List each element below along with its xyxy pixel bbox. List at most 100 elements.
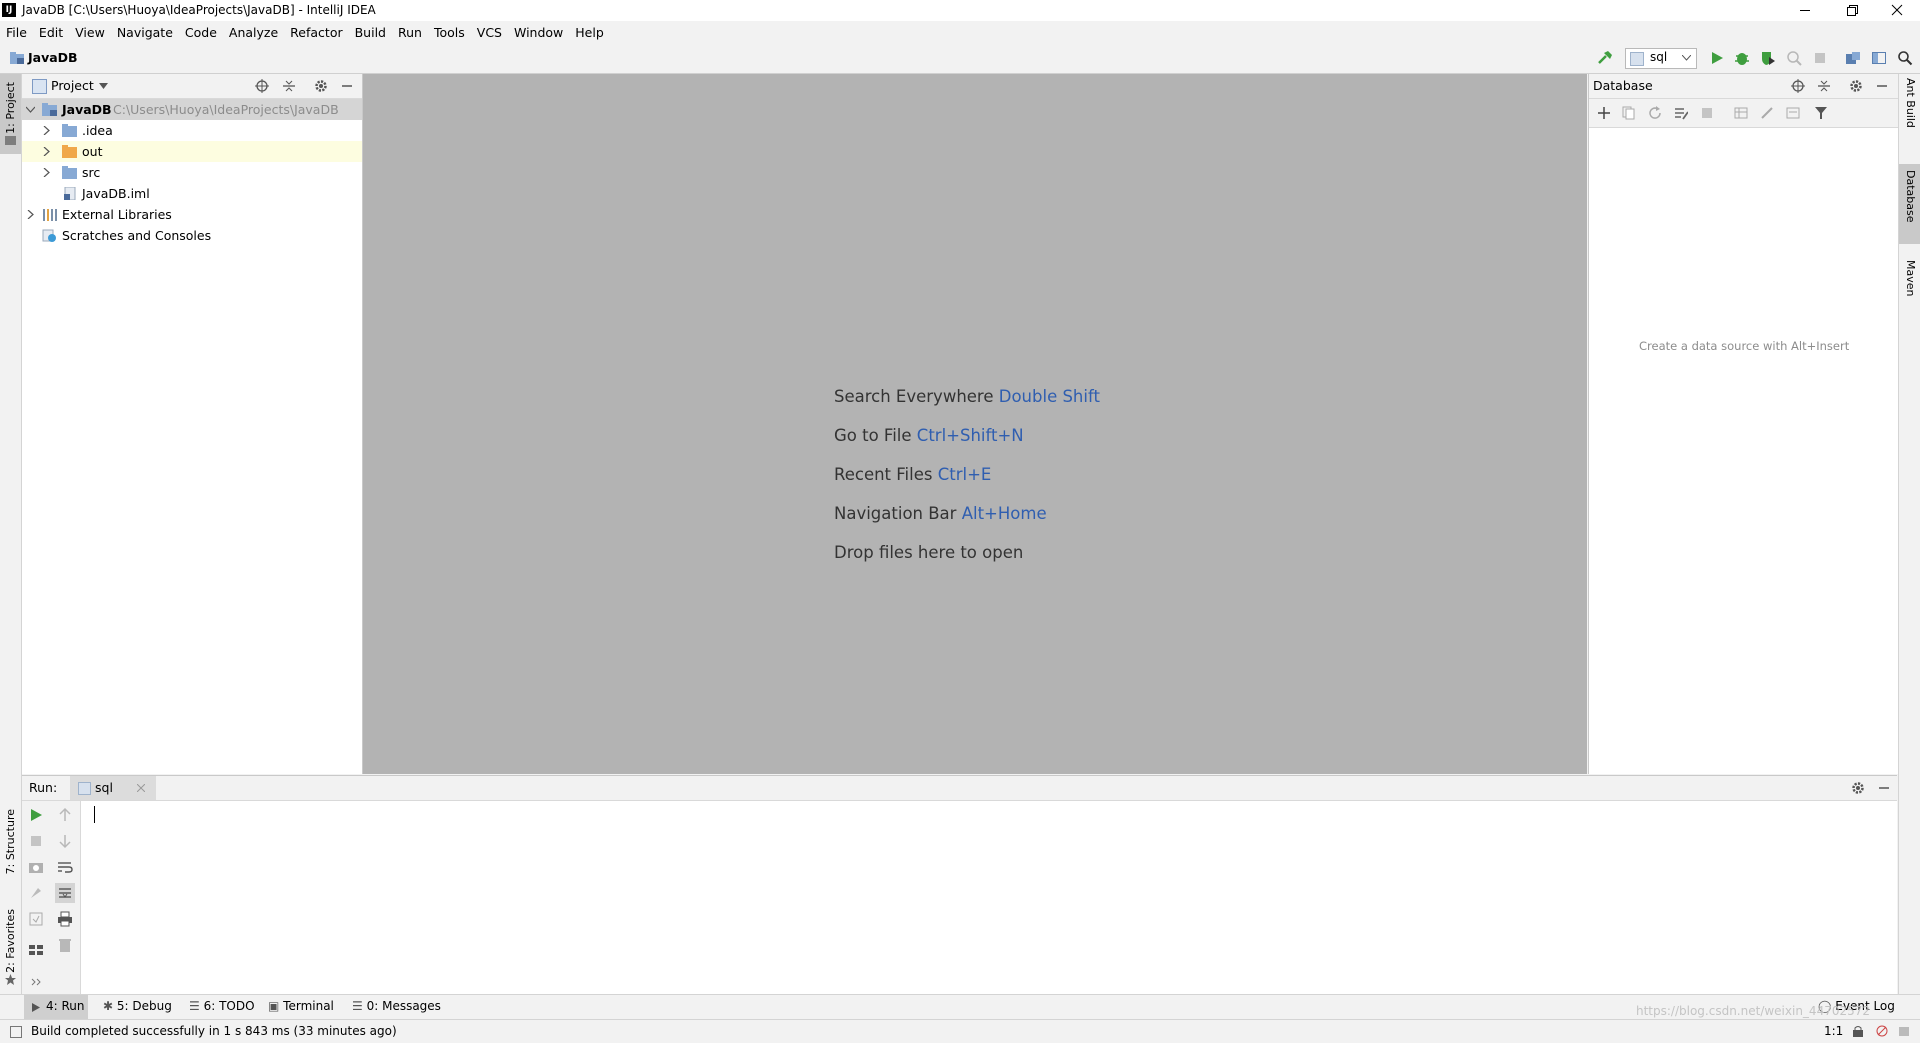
more-actions-icon[interactable] xyxy=(28,973,44,989)
console-icon[interactable] xyxy=(1786,106,1800,120)
run-config-selector[interactable]: sql xyxy=(1625,48,1697,69)
structure-stripe-tab[interactable]: 7: Structure xyxy=(0,804,21,894)
search-icon[interactable] xyxy=(1897,50,1913,66)
toggle-tool-windows-icon[interactable] xyxy=(10,1026,22,1038)
menu-navigate[interactable]: Navigate xyxy=(111,21,179,44)
ant-build-stripe-tab[interactable]: Ant Build xyxy=(1899,78,1920,150)
chevron-right-icon[interactable] xyxy=(42,126,50,135)
restore-button[interactable] xyxy=(1828,0,1874,21)
chevron-right-icon[interactable] xyxy=(42,147,50,156)
project-view-selector[interactable]: Project xyxy=(51,78,94,93)
rerun-icon[interactable] xyxy=(28,807,44,823)
profile-icon[interactable] xyxy=(1786,50,1802,66)
hide-panel-icon[interactable] xyxy=(1877,781,1891,795)
menu-vcs[interactable]: VCS xyxy=(471,21,508,44)
tree-item-out[interactable]: out xyxy=(22,141,362,162)
menu-window[interactable]: Window xyxy=(508,21,569,44)
gear-icon[interactable] xyxy=(1851,781,1865,795)
chevron-right-icon[interactable] xyxy=(26,210,34,219)
structure-stripe-label: 7: Structure xyxy=(4,809,17,875)
locate-icon[interactable] xyxy=(1791,79,1805,93)
hide-panel-icon[interactable] xyxy=(340,79,354,93)
chevron-right-icon[interactable] xyxy=(42,168,50,177)
caret-position[interactable]: 1:1 xyxy=(1824,1024,1843,1038)
tool-debug-button[interactable]: ✱ 5: Debug xyxy=(103,999,172,1013)
tool-window-bar: 4: Run ✱ 5: Debug ☰ 6: TODO ▣ Terminal ☰… xyxy=(0,994,1920,1019)
tool-terminal-button[interactable]: ▣ Terminal xyxy=(268,999,334,1013)
project-panel-header: Project xyxy=(22,74,362,99)
stop-icon[interactable] xyxy=(1700,106,1714,120)
dump-threads-icon[interactable] xyxy=(28,942,44,958)
run-with-coverage-icon[interactable] xyxy=(1760,50,1776,66)
layout-settings-icon[interactable] xyxy=(28,885,44,901)
scroll-to-end-icon[interactable] xyxy=(55,883,75,903)
menu-refactor[interactable]: Refactor xyxy=(284,21,348,44)
menu-tools[interactable]: Tools xyxy=(428,21,471,44)
run-icon[interactable] xyxy=(1709,50,1725,66)
chevron-down-icon[interactable] xyxy=(26,105,35,114)
menu-help[interactable]: Help xyxy=(569,21,610,44)
breadcrumb-project[interactable]: JavaDB xyxy=(28,50,78,65)
project-structure-icon[interactable] xyxy=(1845,50,1861,66)
tool-messages-button[interactable]: ☰ 0: Messages xyxy=(352,999,441,1013)
arrow-down-icon[interactable] xyxy=(57,833,73,849)
restore-layout-icon[interactable] xyxy=(28,911,44,927)
soft-wrap-icon[interactable] xyxy=(57,859,73,875)
menu-edit[interactable]: Edit xyxy=(33,21,69,44)
tree-item-idea[interactable]: .idea xyxy=(22,120,362,141)
copy-icon[interactable] xyxy=(1622,106,1636,120)
tool-run-button[interactable]: 4: Run xyxy=(24,995,88,1019)
editor-empty-area[interactable]: Search Everywhere Double Shift Go to Fil… xyxy=(363,74,1587,774)
close-window-button[interactable] xyxy=(1874,0,1920,21)
database-stripe-tab[interactable]: Database xyxy=(1899,164,1920,244)
menu-view[interactable]: View xyxy=(69,21,111,44)
properties-icon[interactable] xyxy=(1674,106,1688,120)
tree-item-scratches[interactable]: Scratches and Consoles xyxy=(22,225,362,246)
collapse-all-icon[interactable] xyxy=(282,79,296,93)
maven-stripe-tab[interactable]: Maven xyxy=(1899,254,1920,326)
minimize-button[interactable] xyxy=(1782,0,1828,21)
status-message[interactable]: Build completed successfully in 1 s 843 … xyxy=(31,1024,397,1038)
add-datasource-icon[interactable] xyxy=(1597,106,1611,120)
hide-panel-icon[interactable] xyxy=(1875,79,1889,93)
chevron-down-icon[interactable] xyxy=(99,83,108,89)
build-hammer-icon[interactable] xyxy=(1597,50,1613,66)
layout-icon[interactable] xyxy=(1871,50,1887,66)
menu-run[interactable]: Run xyxy=(392,21,428,44)
tool-messages-label: 0: Messages xyxy=(366,999,441,1013)
tree-item-external-libraries[interactable]: External Libraries xyxy=(22,204,362,225)
locate-file-icon[interactable] xyxy=(255,79,269,93)
tree-item-javadb[interactable]: JavaDB C:\Users\Huoya\IdeaProjects\JavaD… xyxy=(22,99,362,120)
gear-icon[interactable] xyxy=(314,79,328,93)
table-icon[interactable] xyxy=(1734,106,1748,120)
tool-todo-button[interactable]: ☰ 6: TODO xyxy=(189,999,255,1013)
run-tab-sql[interactable]: sql xyxy=(70,776,156,800)
stop-icon[interactable] xyxy=(1812,50,1828,66)
edit-icon[interactable] xyxy=(1760,106,1774,120)
menu-analyze[interactable]: Analyze xyxy=(223,21,284,44)
project-stripe-tab[interactable]: 1: Project xyxy=(0,74,21,154)
collapse-all-icon[interactable] xyxy=(1817,79,1831,93)
tree-item-iml[interactable]: JavaDB.iml xyxy=(22,183,362,204)
trash-icon[interactable] xyxy=(57,937,73,953)
run-console-output[interactable] xyxy=(82,801,1897,995)
camera-icon[interactable] xyxy=(28,859,44,875)
hector-icon[interactable] xyxy=(1876,1025,1888,1037)
menu-code[interactable]: Code xyxy=(179,21,223,44)
refresh-icon[interactable] xyxy=(1648,106,1662,120)
favorites-stripe-tab[interactable]: 2: Favorites xyxy=(0,904,21,994)
notifications-icon[interactable] xyxy=(1898,1025,1910,1037)
menu-bar: File Edit View Navigate Code Analyze Ref… xyxy=(0,21,1920,44)
gear-icon[interactable] xyxy=(1849,79,1863,93)
menu-build[interactable]: Build xyxy=(349,21,392,44)
stop-icon[interactable] xyxy=(28,833,44,849)
debug-icon[interactable] xyxy=(1734,50,1750,66)
tree-item-src[interactable]: src xyxy=(22,162,362,183)
tree-item-label: External Libraries xyxy=(62,207,172,222)
filter-icon[interactable] xyxy=(1814,106,1828,120)
menu-file[interactable]: File xyxy=(0,21,33,44)
arrow-up-icon[interactable] xyxy=(57,807,73,823)
print-icon[interactable] xyxy=(57,911,73,927)
lock-icon[interactable] xyxy=(1852,1025,1864,1037)
close-tab-icon[interactable] xyxy=(137,784,145,792)
